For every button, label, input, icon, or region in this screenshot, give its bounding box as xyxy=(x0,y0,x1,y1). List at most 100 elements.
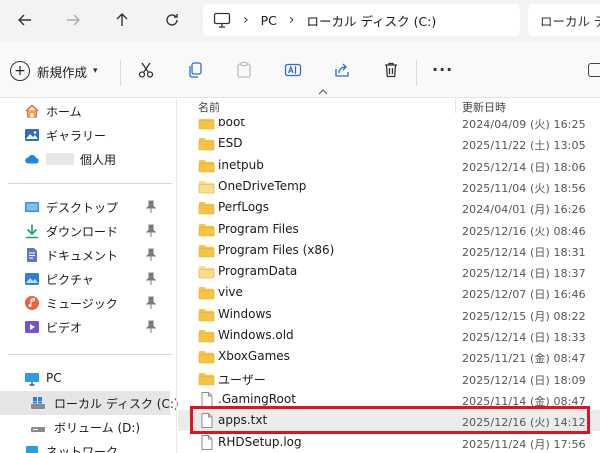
more-options-button[interactable]: ··· xyxy=(432,60,453,79)
drive-icon xyxy=(31,427,45,432)
file-name: Windows.old xyxy=(218,328,294,342)
sidebar-divider xyxy=(8,354,172,355)
file-modified-date: 2025/11/21 (金) 08:47 xyxy=(462,352,586,366)
sidebar-item-volume-d[interactable]: ボリューム (D:) xyxy=(0,415,170,439)
pin-icon[interactable] xyxy=(145,296,157,310)
file-name: Program Files (x86) xyxy=(218,242,335,257)
sidebar-item-onedrive[interactable]: 個人用 xyxy=(0,147,170,171)
drive-icon xyxy=(31,397,45,409)
folder-icon xyxy=(198,159,215,172)
address-bar-region: › PC › ローカル ディスク (C:) ローカル ディスク xyxy=(0,0,600,42)
file-modified-date: 2025/11/24 (月) 17:56 xyxy=(462,437,586,451)
file-name: ESD xyxy=(218,136,243,151)
chevron-right-icon: › xyxy=(288,12,295,28)
pictures-icon xyxy=(25,273,39,285)
file-row[interactable]: Windows 2025/12/15 (月) 08:22 xyxy=(178,304,600,325)
folder-icon xyxy=(198,372,215,385)
file-row[interactable]: PerfLogs 2024/04/01 (月) 16:26 xyxy=(178,197,600,218)
file-name: vive xyxy=(218,285,243,300)
file-name: inetpub xyxy=(218,157,264,172)
file-row[interactable]: OneDriveTemp 2025/11/04 (火) 18:56 xyxy=(178,176,600,197)
sidebar-item-documents[interactable]: ドキュメント xyxy=(0,243,170,267)
sidebar-item-downloads[interactable]: ダウンロード xyxy=(0,219,170,243)
sidebar-item-pc[interactable]: PC xyxy=(0,367,170,391)
back-button[interactable] xyxy=(10,6,40,34)
file-modified-date: 2025/12/07 (日) 16:46 xyxy=(462,288,586,302)
file-name: PerfLogs xyxy=(218,200,270,215)
file-list: boot 2024/04/09 (火) 16:25 ESD 2025/11/22 (土… xyxy=(178,113,600,453)
file-row[interactable]: Windows.old 2025/12/14 (日) 18:33 xyxy=(178,325,600,346)
file-row[interactable]: ProgramData 2025/12/14 (日) 18:37 xyxy=(178,261,600,282)
folder-icon xyxy=(198,138,215,151)
toolbar-divider xyxy=(416,60,417,86)
pin-icon[interactable] xyxy=(145,272,157,286)
share-icon xyxy=(335,63,349,77)
share-button[interactable] xyxy=(331,59,353,81)
folder-icon xyxy=(198,266,215,279)
sidebar-item-music[interactable]: ミュージック xyxy=(0,291,170,315)
pin-icon[interactable] xyxy=(145,200,157,214)
file-name: Program Files xyxy=(218,221,299,236)
folder-icon xyxy=(198,180,215,194)
file-modified-date: 2024/04/01 (月) 16:26 xyxy=(462,203,586,217)
folder-icon xyxy=(198,244,215,258)
cut-button[interactable] xyxy=(135,59,157,81)
up-button[interactable] xyxy=(107,6,137,34)
file-row[interactable]: ユーザー 2025/12/14 (日) 18:09 xyxy=(178,368,600,389)
pin-icon[interactable] xyxy=(145,320,157,334)
new-button[interactable]: + 新規作成 ▾ xyxy=(10,58,98,84)
download-arrow-icon xyxy=(26,224,38,239)
address-input[interactable]: › PC › ローカル ディスク (C:) xyxy=(203,4,520,36)
pane-splitter[interactable] xyxy=(176,99,177,453)
file-name: XboxGames xyxy=(218,349,290,364)
file-modified-date: 2025/12/14 (日) 18:06 xyxy=(462,160,586,174)
file-row[interactable]: vive 2025/12/07 (日) 16:46 xyxy=(178,282,600,303)
sidebar-item-gallery[interactable]: ギャラリー xyxy=(0,123,170,147)
forward-button[interactable] xyxy=(58,6,88,34)
onedrive-cloud-icon xyxy=(25,154,39,164)
delete-button[interactable] xyxy=(380,59,402,81)
search-input[interactable]: ローカル ディスク xyxy=(528,4,600,36)
annotation-highlight-box xyxy=(190,406,590,434)
copy-icon xyxy=(189,62,202,78)
breadcrumb-pc[interactable]: PC xyxy=(261,13,277,28)
file-row[interactable]: ESD 2025/11/22 (土) 13:05 xyxy=(178,133,600,154)
sidebar-item-pictures[interactable]: ピクチャ xyxy=(0,267,170,291)
chevron-down-icon: ▾ xyxy=(93,66,98,76)
sidebar-divider xyxy=(8,183,172,184)
file-row[interactable]: Program Files 2025/12/16 (火) 08:46 xyxy=(178,219,600,240)
toolbar-divider xyxy=(120,60,121,86)
chevron-right-icon: › xyxy=(243,12,249,28)
folder-icon xyxy=(198,351,215,364)
file-row[interactable]: XboxGames 2025/11/21 (金) 08:47 xyxy=(178,346,600,367)
breadcrumb-local-disk[interactable]: ローカル ディスク (C:) xyxy=(307,11,437,30)
gallery-icon xyxy=(25,129,39,141)
paste-button[interactable] xyxy=(233,59,255,81)
sidebar-item-label: ビデオ xyxy=(46,321,83,335)
sidebar-item-network[interactable]: ネットワーク xyxy=(0,439,170,453)
sidebar-item-desktop[interactable]: デスクトップ xyxy=(0,195,170,219)
file-row[interactable]: inetpub 2025/12/14 (日) 18:06 xyxy=(178,155,600,176)
file-name: ProgramData xyxy=(218,264,298,279)
file-icon xyxy=(201,391,213,407)
sidebar-item-label: デスクトップ xyxy=(46,201,119,215)
column-divider[interactable] xyxy=(455,99,456,113)
sidebar-item-videos[interactable]: ビデオ xyxy=(0,315,170,339)
sidebar-item-local-disk[interactable]: ローカル ディスク (C:) xyxy=(0,391,179,415)
list-scroll-clip xyxy=(178,113,600,119)
file-name: OneDriveTemp xyxy=(218,178,307,193)
rename-button[interactable] xyxy=(282,59,304,81)
home-icon xyxy=(25,104,39,118)
file-row[interactable]: Program Files (x86) 2025/12/14 (日) 18:31 xyxy=(178,240,600,261)
refresh-button[interactable] xyxy=(157,6,187,34)
command-toolbar: + 新規作成 ▾ ··· xyxy=(0,42,600,98)
view-options-icon[interactable] xyxy=(588,63,600,77)
file-row[interactable]: RHDSetup.log 2025/11/24 (月) 17:56 xyxy=(178,432,600,453)
music-icon xyxy=(25,296,39,310)
sidebar-item-home[interactable]: ホーム xyxy=(0,99,170,123)
file-modified-date: 2025/12/16 (火) 08:46 xyxy=(462,224,586,238)
folder-icon xyxy=(198,330,215,343)
pin-icon[interactable] xyxy=(145,248,157,262)
copy-button[interactable] xyxy=(184,59,206,81)
pin-icon[interactable] xyxy=(145,224,157,238)
